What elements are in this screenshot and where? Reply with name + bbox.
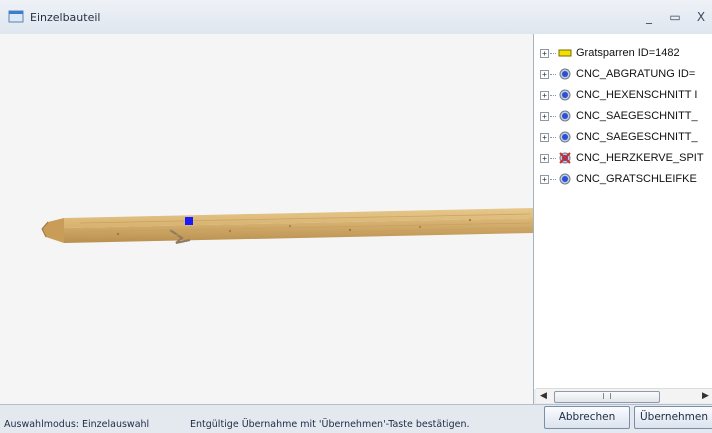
gear-red-icon [559,152,571,164]
tree-item-gratsparren[interactable]: + Gratsparren ID=1482 [540,44,680,62]
apply-button[interactable]: Übernehmen [634,406,712,429]
expand-icon[interactable]: + [540,90,549,100]
grip-icon [603,393,611,399]
tree-item-label: CNC_HERZKERVE_SPIT [576,152,704,164]
expand-icon[interactable]: + [540,111,549,121]
status-hint: Entgültige Übernahme mit 'Übernehmen'-Ta… [190,419,470,430]
expand-icon[interactable]: + [540,69,549,79]
tree-item-cnc-abgratung[interactable]: + CNC_ABGRATUNG ID= [540,65,695,83]
window-title: Einzelbauteil [30,11,101,24]
tree-item-label: CNC_GRATSCHLEIFKE [576,173,697,185]
tree-item-label: CNC_SAEGESCHNITT_ [576,131,698,143]
tree-item-label: CNC_HEXENSCHNITT I [576,89,698,101]
minimize-button[interactable]: _ [640,9,658,25]
gear-blue-icon [559,68,571,80]
tree-item-cnc-saegeschnitt-2[interactable]: + CNC_SAEGESCHNITT_ [540,128,698,146]
tree-item-cnc-herzkerve[interactable]: + CNC_HERZKERVE_SPIT [540,149,704,167]
close-button[interactable]: X [692,9,710,25]
component-tree: + Gratsparren ID=1482 + CNC_ABGRATUNG ID… [534,34,712,389]
3d-viewport[interactable] [0,34,534,404]
selection-marker[interactable] [185,217,193,225]
maximize-button[interactable]: ▭ [666,9,684,25]
gear-blue-icon [559,173,571,185]
scroll-thumb[interactable] [554,391,660,403]
gear-blue-icon [559,89,571,101]
yellow-beam-icon [558,49,572,57]
scroll-right-arrow-icon[interactable]: ▶ [702,391,709,401]
cancel-button[interactable]: Abbrechen [544,406,630,429]
app-icon [8,10,24,23]
horizontal-scrollbar[interactable]: ◀ ▶ [536,388,712,403]
gear-blue-icon [559,131,571,143]
selection-mode-status: Auswahlmodus: Einzelauswahl [4,419,150,430]
tree-item-label: CNC_SAEGESCHNITT_ [576,110,698,122]
beam-end-cut [42,218,64,243]
tree-item-label: Gratsparren ID=1482 [576,47,680,59]
gear-blue-icon [559,110,571,122]
expand-icon[interactable]: + [540,48,549,58]
tree-item-cnc-gratschleifkerve[interactable]: + CNC_GRATSCHLEIFKE [540,170,697,188]
expand-icon[interactable]: + [540,132,549,142]
title-bar: Einzelbauteil _ ▭ X [0,0,712,35]
beam-render [41,208,533,244]
expand-icon[interactable]: + [540,174,549,184]
tree-item-label: CNC_ABGRATUNG ID= [576,68,696,80]
tree-item-cnc-hexenschnitt[interactable]: + CNC_HEXENSCHNITT I [540,86,697,104]
expand-icon[interactable]: + [540,153,549,163]
scroll-left-arrow-icon[interactable]: ◀ [540,391,547,401]
tree-item-cnc-saegeschnitt-1[interactable]: + CNC_SAEGESCHNITT_ [540,107,698,125]
